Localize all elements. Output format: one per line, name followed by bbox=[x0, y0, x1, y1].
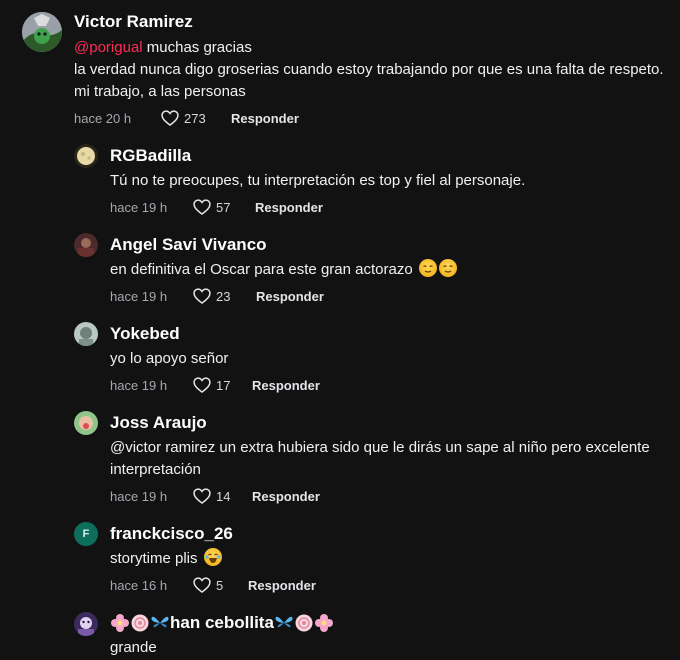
comment-username[interactable]: Angel Savi Vivanco bbox=[110, 235, 267, 255]
comment-text: yo lo apoyo señor bbox=[110, 350, 229, 367]
comment-username-text[interactable]: han cebollita bbox=[170, 613, 274, 633]
comment-time: hace 19 h bbox=[110, 288, 168, 304]
comment-text-body: en definitiva el Oscar para este gran ac… bbox=[110, 261, 413, 278]
comment-username[interactable]: Joss Araujo bbox=[110, 413, 207, 433]
like-count: 23 bbox=[216, 288, 231, 304]
blossom-icon bbox=[131, 614, 149, 632]
comment-time: hace 19 h bbox=[110, 199, 168, 215]
avatar[interactable]: F bbox=[74, 522, 98, 546]
comment-username[interactable]: han cebollita bbox=[110, 613, 334, 633]
avatar[interactable] bbox=[74, 612, 98, 636]
like-button[interactable]: 17 bbox=[192, 375, 252, 395]
relieved-face-emoji-icon bbox=[418, 259, 437, 277]
avatar-letter: F bbox=[82, 528, 90, 540]
comment-meta: hace 19 h 17 Responder bbox=[110, 375, 320, 395]
like-button[interactable]: 23 bbox=[192, 286, 256, 306]
reply-button[interactable]: Responder bbox=[256, 289, 324, 304]
tears-of-joy-emoji-icon bbox=[203, 548, 222, 566]
comment-time: hace 16 h bbox=[110, 577, 168, 593]
mention-link[interactable]: @porigual bbox=[74, 39, 143, 56]
comment-username[interactable]: franckcisco_26 bbox=[110, 524, 233, 544]
comment-text-body: storytime plis bbox=[110, 550, 198, 567]
comment-time: hace 19 h bbox=[110, 488, 168, 504]
comment-text: Tú no te preocupes, tu interpretación es… bbox=[110, 172, 526, 189]
reply-button[interactable]: Responder bbox=[248, 578, 316, 593]
like-button[interactable]: 14 bbox=[192, 486, 252, 506]
like-button[interactable]: 57 bbox=[192, 197, 255, 217]
avatar[interactable] bbox=[22, 12, 62, 52]
avatar[interactable] bbox=[74, 233, 98, 257]
comment-meta: hace 19 h 23 Responder bbox=[110, 286, 324, 306]
heart-icon[interactable] bbox=[192, 197, 212, 217]
flower-icon bbox=[314, 614, 333, 632]
comment-time: hace 19 h bbox=[110, 377, 168, 393]
comment-text: @porigual muchas gracias la verdad nunca… bbox=[74, 37, 664, 103]
comment-text: en definitiva el Oscar para este gran ac… bbox=[110, 259, 670, 281]
comment-username[interactable]: Victor Ramirez bbox=[74, 12, 193, 32]
butterfly-icon bbox=[151, 616, 169, 628]
reply-button[interactable]: Responder bbox=[252, 489, 320, 504]
like-count: 5 bbox=[216, 577, 224, 593]
avatar[interactable] bbox=[74, 144, 98, 168]
like-button[interactable]: 273 bbox=[160, 108, 231, 128]
comment-text-body: la verdad nunca digo groserias cuando es… bbox=[74, 61, 664, 100]
comment-meta: hace 19 h 57 Responder bbox=[110, 197, 323, 217]
comment-text: grande bbox=[110, 639, 157, 656]
comment-text: @victor ramirez un extra hubiera sido qu… bbox=[110, 439, 650, 478]
comment-text: storytime plis bbox=[110, 548, 670, 570]
heart-icon[interactable] bbox=[160, 108, 180, 128]
heart-icon[interactable] bbox=[192, 286, 212, 306]
comment-meta: hace 16 h 5 Responder bbox=[110, 575, 316, 595]
reply-button[interactable]: Responder bbox=[231, 111, 299, 126]
butterfly-icon bbox=[275, 616, 293, 628]
reply-button[interactable]: Responder bbox=[255, 200, 323, 215]
like-count: 17 bbox=[216, 377, 231, 393]
avatar[interactable] bbox=[74, 411, 98, 435]
heart-icon[interactable] bbox=[192, 575, 212, 595]
comment-meta: hace 20 h 273 Responder bbox=[74, 108, 299, 128]
comment-text-line: muchas gracias bbox=[142, 39, 252, 56]
comment-username[interactable]: Yokebed bbox=[110, 324, 180, 344]
avatar[interactable] bbox=[74, 322, 98, 346]
like-count: 57 bbox=[216, 199, 231, 215]
heart-icon[interactable] bbox=[192, 486, 212, 506]
comment-username[interactable]: RGBadilla bbox=[110, 146, 191, 166]
relieved-face-emoji-icon bbox=[438, 259, 457, 277]
like-count: 14 bbox=[216, 488, 231, 504]
heart-icon[interactable] bbox=[192, 375, 212, 395]
blossom-icon bbox=[295, 614, 313, 632]
flower-icon bbox=[111, 614, 129, 632]
comment-time: hace 20 h bbox=[74, 110, 132, 126]
like-count: 273 bbox=[184, 110, 206, 126]
reply-button[interactable]: Responder bbox=[252, 378, 320, 393]
like-button[interactable]: 5 bbox=[192, 575, 248, 595]
comment-meta: hace 19 h 14 Responder bbox=[110, 486, 320, 506]
